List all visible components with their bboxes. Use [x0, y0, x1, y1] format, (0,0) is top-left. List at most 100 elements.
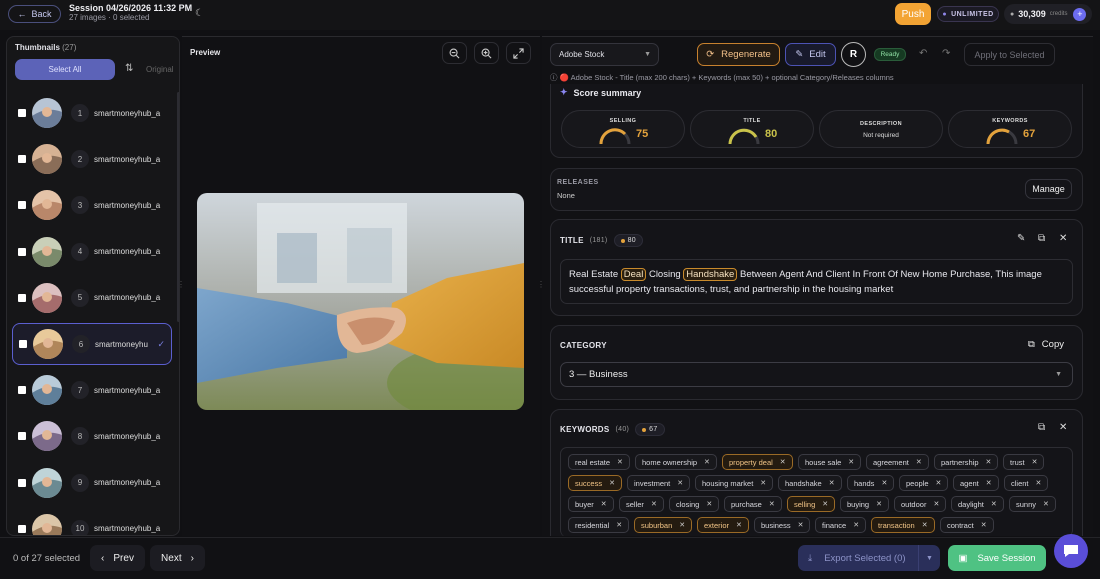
close-icon[interactable]: ✕ [760, 479, 766, 487]
pencil-icon[interactable]: ✎ [1017, 233, 1025, 244]
keyword-chip[interactable]: purchase ✕ [724, 496, 782, 512]
thumbnail-item[interactable]: 8 smartmoneyhub_a [12, 415, 172, 457]
close-icon[interactable]: ✕ [876, 500, 882, 508]
undo-icon[interactable]: ↶ [919, 48, 927, 59]
category-select[interactable]: 3 — Business ▼ [560, 362, 1073, 387]
close-icon[interactable]: ✕ [829, 479, 835, 487]
keyword-chip[interactable]: residential ✕ [568, 517, 630, 533]
close-icon[interactable]: ✕ [1032, 458, 1038, 466]
close-icon[interactable]: ✕ [822, 500, 828, 508]
close-icon[interactable]: ✕ [651, 500, 657, 508]
thumbnail-checkbox[interactable] [18, 201, 26, 210]
close-icon[interactable]: ✕ [780, 458, 786, 466]
thumbnail-item[interactable]: 4 smartmoneyhub_a [12, 231, 172, 273]
copy-button[interactable]: ⧉ Copy [1028, 339, 1064, 350]
keyword-chip[interactable]: closing ✕ [669, 496, 720, 512]
keyword-chip[interactable]: seller ✕ [619, 496, 664, 512]
close-icon[interactable]: ✕ [769, 500, 775, 508]
close-icon[interactable]: ✕ [853, 521, 859, 529]
apply-to-selected-button[interactable]: Apply to Selected [964, 43, 1055, 66]
close-icon[interactable]: ✕ [677, 479, 683, 487]
keyword-chip[interactable]: daylight ✕ [951, 496, 1004, 512]
close-icon[interactable]: ✕ [616, 521, 622, 529]
regenerate-button[interactable]: ⟳ Regenerate [697, 43, 780, 66]
keyword-chip[interactable]: housing market ✕ [695, 475, 774, 491]
thumbnail-checkbox[interactable] [18, 293, 26, 302]
push-button[interactable]: Push [895, 3, 931, 25]
close-icon[interactable]: ✕ [916, 458, 922, 466]
thumbnail-item[interactable]: 9 smartmoneyhub_a [12, 462, 172, 504]
close-icon[interactable]: ✕ [704, 458, 710, 466]
keyword-chip[interactable]: selling ✕ [787, 496, 836, 512]
close-icon[interactable]: ✕ [601, 500, 607, 508]
thumbnail-item[interactable]: 7 smartmoneyhub_a [12, 369, 172, 411]
thumbnail-checkbox[interactable] [18, 247, 26, 256]
keyword-chip[interactable]: property deal ✕ [722, 454, 793, 470]
keyword-chip[interactable]: home ownership ✕ [635, 454, 717, 470]
moon-icon[interactable]: ☾ [195, 8, 204, 19]
keyword-chip[interactable]: transaction ✕ [871, 517, 935, 533]
thumbnail-checkbox[interactable] [18, 155, 26, 164]
keyword-chip[interactable]: suburban ✕ [634, 517, 693, 533]
close-icon[interactable]: ✕ [736, 521, 742, 529]
close-icon[interactable]: ✕ [922, 521, 928, 529]
thumbnail-item[interactable]: 2 smartmoneyhub_a [12, 138, 172, 180]
keyword-chip[interactable]: hands ✕ [847, 475, 895, 491]
copy-icon[interactable]: ⧉ [1038, 422, 1045, 433]
keyword-chip[interactable]: trust ✕ [1003, 454, 1045, 470]
keyword-chip[interactable]: house sale ✕ [798, 454, 862, 470]
save-session-button[interactable]: ▣ Save Session [948, 545, 1046, 571]
sort-icon[interactable]: ⇅ [125, 63, 133, 74]
add-credits-icon[interactable]: + [1073, 7, 1087, 21]
close-icon[interactable]: ✕ [1059, 422, 1067, 433]
expand-icon[interactable] [506, 42, 531, 64]
close-icon[interactable]: ✕ [1043, 500, 1049, 508]
redo-icon[interactable]: ↷ [942, 48, 950, 59]
copy-icon[interactable]: ⧉ [1038, 233, 1045, 244]
keyword-chip[interactable]: agreement ✕ [866, 454, 929, 470]
thumbnail-checkbox[interactable] [19, 340, 27, 348]
close-icon[interactable]: ✕ [881, 479, 887, 487]
select-all-button[interactable]: Select All [15, 59, 115, 80]
close-icon[interactable]: ✕ [933, 500, 939, 508]
edit-button[interactable]: ✎ Edit [785, 43, 836, 66]
keyword-chip[interactable]: outdoor ✕ [894, 496, 947, 512]
keyword-chip[interactable]: real estate ✕ [568, 454, 630, 470]
preset-select[interactable]: Adobe Stock ▼ [550, 43, 659, 66]
keyword-chip[interactable]: buyer ✕ [568, 496, 614, 512]
keyword-chip[interactable]: handshake ✕ [778, 475, 842, 491]
chevron-down-icon[interactable]: ▼ [918, 545, 940, 571]
keyword-chip[interactable]: investment ✕ [627, 475, 691, 491]
close-icon[interactable]: ✕ [798, 521, 804, 529]
keyword-chip[interactable]: client ✕ [1004, 475, 1049, 491]
close-icon[interactable]: ✕ [706, 500, 712, 508]
r-button[interactable]: R [841, 42, 866, 67]
keyword-chip[interactable]: sunny ✕ [1009, 496, 1056, 512]
thumbnail-item[interactable]: 3 smartmoneyhub_a [12, 184, 172, 226]
prev-button[interactable]: ‹ Prev [90, 545, 145, 571]
keyword-chip[interactable]: people ✕ [899, 475, 949, 491]
close-icon[interactable]: ✕ [1036, 479, 1042, 487]
thumbnail-item[interactable]: 6 smartmoneyhu ✓ [12, 323, 172, 365]
close-icon[interactable]: ✕ [981, 521, 987, 529]
back-button[interactable]: ← Back [8, 5, 61, 23]
close-icon[interactable]: ✕ [609, 479, 615, 487]
close-icon[interactable]: ✕ [986, 458, 992, 466]
export-selected-button[interactable]: ⤓ Export Selected (0) ▼ [798, 545, 940, 571]
close-icon[interactable]: ✕ [991, 500, 997, 508]
keyword-chip[interactable]: buying ✕ [840, 496, 889, 512]
keyword-chip[interactable]: finance ✕ [815, 517, 867, 533]
next-button[interactable]: Next › [150, 545, 205, 571]
thumbnail-checkbox[interactable] [18, 524, 26, 533]
zoom-out-icon[interactable] [442, 42, 467, 64]
close-icon[interactable]: ✕ [679, 521, 685, 529]
manage-button[interactable]: Manage [1025, 179, 1072, 199]
close-icon[interactable]: ✕ [1059, 233, 1067, 244]
close-icon[interactable]: ✕ [986, 479, 992, 487]
zoom-in-icon[interactable] [474, 42, 499, 64]
close-icon[interactable]: ✕ [848, 458, 854, 466]
keyword-chip[interactable]: partnership ✕ [934, 454, 999, 470]
keyword-chip[interactable]: exterior ✕ [697, 517, 749, 533]
thumbnail-item[interactable]: 5 smartmoneyhub_a [12, 277, 172, 319]
original-toggle[interactable]: Original [146, 65, 174, 74]
